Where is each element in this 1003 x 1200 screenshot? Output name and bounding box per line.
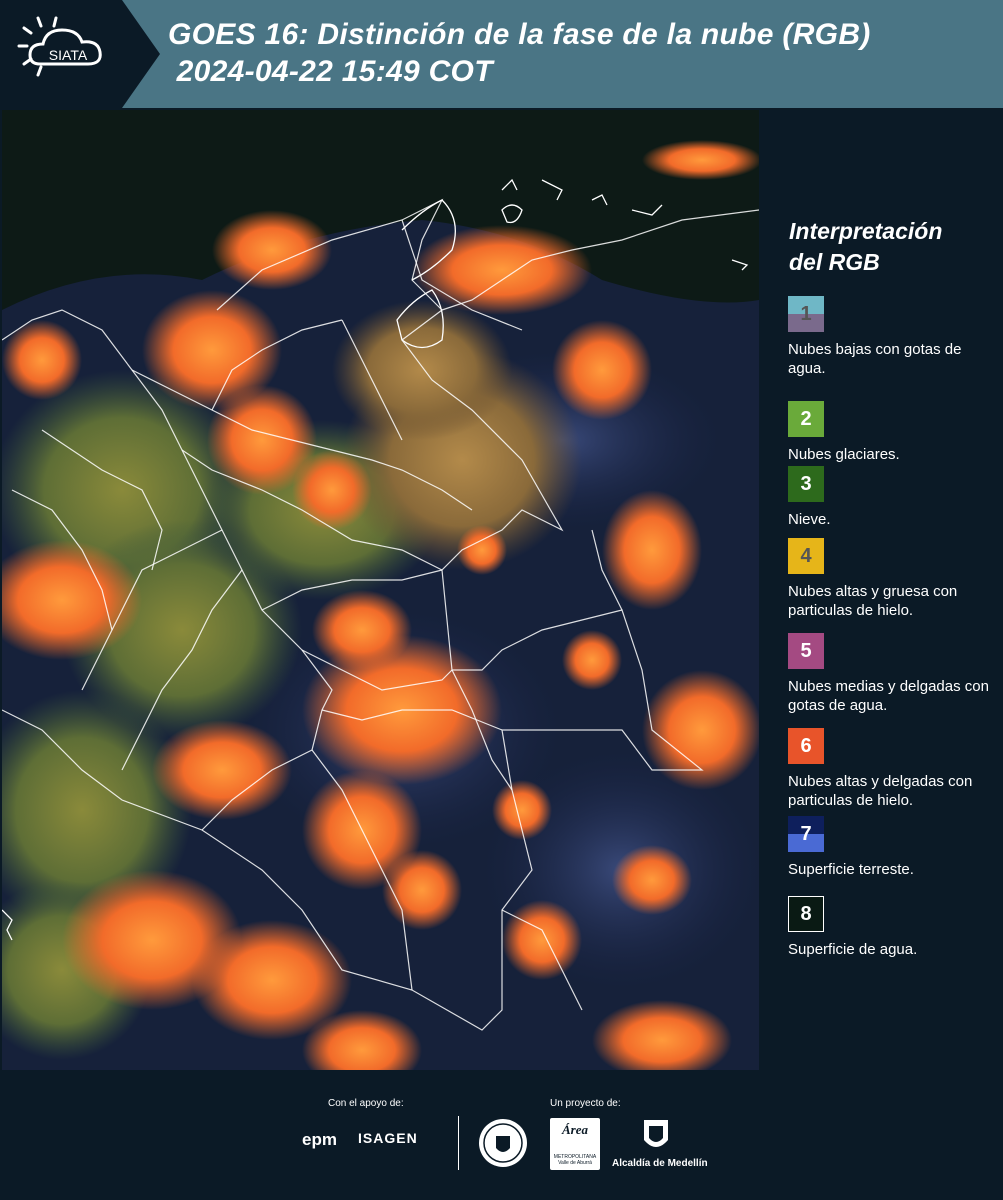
legend-label: Superficie de agua. xyxy=(788,941,918,958)
legend-label: Nubes altas y gruesa con particulas de h… xyxy=(788,583,958,619)
legend-label: Nubes altas y delgadas con particulas de… xyxy=(788,773,973,809)
area-logo-text: Área xyxy=(562,1122,588,1137)
legend-title: Interpretación del RGB xyxy=(789,216,942,278)
epm-logo: epm xyxy=(302,1130,337,1149)
alcaldia-shield-icon xyxy=(644,1120,668,1147)
legend-label: Nubes glaciares. xyxy=(788,446,900,463)
legend-swatch: 3 xyxy=(788,466,824,502)
legend-item: 3 Nieve. xyxy=(788,466,1000,529)
legend-item: 6 Nubes altas y delgadas con particulas d… xyxy=(788,728,1000,810)
siata-logo-text: SIATA xyxy=(49,47,88,63)
title-line-2: 2024-04-22 15:49 COT xyxy=(168,55,493,88)
project-label: Un proyecto de: xyxy=(550,1098,621,1109)
page: SIATA GOES 16: Distinción de la fase de … xyxy=(0,0,1003,1200)
legend-label: Superficie terreste. xyxy=(788,861,914,878)
alcaldia-label: Alcaldía de Medellín xyxy=(612,1158,708,1169)
legend-item: 4 Nubes altas y gruesa con particulas de … xyxy=(788,538,1000,620)
legend-swatch: 4 xyxy=(788,538,824,574)
legend-swatch: 1 xyxy=(788,296,824,332)
legend-item: 7 Superficie terreste. xyxy=(788,816,1000,879)
legend-swatch: 6 xyxy=(788,728,824,764)
legend-label: Nubes medias y delgadas con gotas de agu… xyxy=(788,678,989,714)
isagen-logo: ISAGEN xyxy=(358,1130,418,1146)
legend-item: 5 Nubes medias y delgadas con gotas de ag… xyxy=(788,633,1000,715)
university-seal-icon xyxy=(479,1119,527,1167)
title-line-1: GOES 16: Distinción de la fase de la nub… xyxy=(168,18,871,51)
legend-item: 2 Nubes glaciares. xyxy=(788,401,1000,464)
area-metropolitana-logo: Área METROPOLITANA Valle de Aburrá xyxy=(550,1118,600,1170)
legend-panel: Interpretación del RGB 1 Nubes bajas con … xyxy=(760,110,1003,1070)
footer: Con el apoyo de: Un proyecto de: epm ISA… xyxy=(0,1070,1003,1200)
legend-title-line-2: del RGB xyxy=(789,249,880,275)
legend-label: Nieve. xyxy=(788,511,831,528)
area-logo-sub: METROPOLITANA Valle de Aburrá xyxy=(553,1154,597,1166)
legend-label: Nubes bajas con gotas de agua. xyxy=(788,341,962,377)
siata-logo: SIATA xyxy=(0,0,160,108)
legend-item: 8 Superficie de agua. xyxy=(788,896,1000,959)
support-label: Con el apoyo de: xyxy=(328,1098,404,1109)
satellite-map xyxy=(2,110,759,1070)
legend-swatch: 8 xyxy=(788,896,824,932)
legend-title-line-1: Interpretación xyxy=(789,218,943,244)
legend-swatch: 7 xyxy=(788,816,824,852)
page-title: GOES 16: Distinción de la fase de la nub… xyxy=(168,16,871,90)
header: SIATA GOES 16: Distinción de la fase de … xyxy=(0,0,1003,108)
satellite-image xyxy=(2,110,759,1070)
legend-item: 1 Nubes bajas con gotas de agua. xyxy=(788,296,1000,378)
footer-divider xyxy=(458,1116,459,1170)
legend-swatch: 2 xyxy=(788,401,824,437)
legend-swatch: 5 xyxy=(788,633,824,669)
